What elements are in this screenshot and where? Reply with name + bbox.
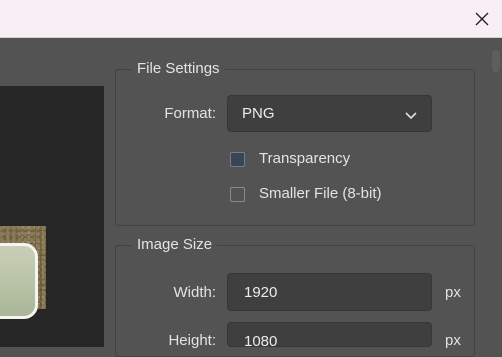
- width-label: Width:: [173, 284, 216, 301]
- width-value: 1920: [244, 284, 278, 301]
- smaller-file-checkbox[interactable]: [230, 187, 245, 202]
- preview-image-frame: [0, 243, 38, 319]
- height-input[interactable]: 1080: [227, 322, 432, 350]
- transparency-label[interactable]: Transparency: [259, 150, 350, 167]
- transparency-checkbox[interactable]: [230, 152, 245, 167]
- width-unit: px: [445, 284, 461, 301]
- scrollbar-track[interactable]: [489, 50, 502, 347]
- width-input[interactable]: 1920: [227, 273, 432, 311]
- smaller-file-label[interactable]: Smaller File (8-bit): [259, 185, 382, 202]
- scrollbar-thumb[interactable]: [492, 50, 500, 72]
- title-bar: [0, 0, 502, 38]
- format-label: Format:: [164, 105, 216, 122]
- close-button[interactable]: [462, 0, 502, 37]
- image-size-legend: Image Size: [132, 236, 218, 254]
- height-label: Height:: [168, 332, 216, 349]
- chevron-down-icon: [405, 112, 417, 120]
- file-settings-legend: File Settings: [132, 60, 225, 78]
- format-value: PNG: [242, 105, 275, 122]
- height-unit: px: [445, 332, 461, 349]
- format-select[interactable]: PNG: [227, 95, 432, 132]
- close-icon: [475, 12, 489, 25]
- height-value: 1080: [244, 333, 278, 350]
- file-settings-group: File Settings: [115, 60, 475, 226]
